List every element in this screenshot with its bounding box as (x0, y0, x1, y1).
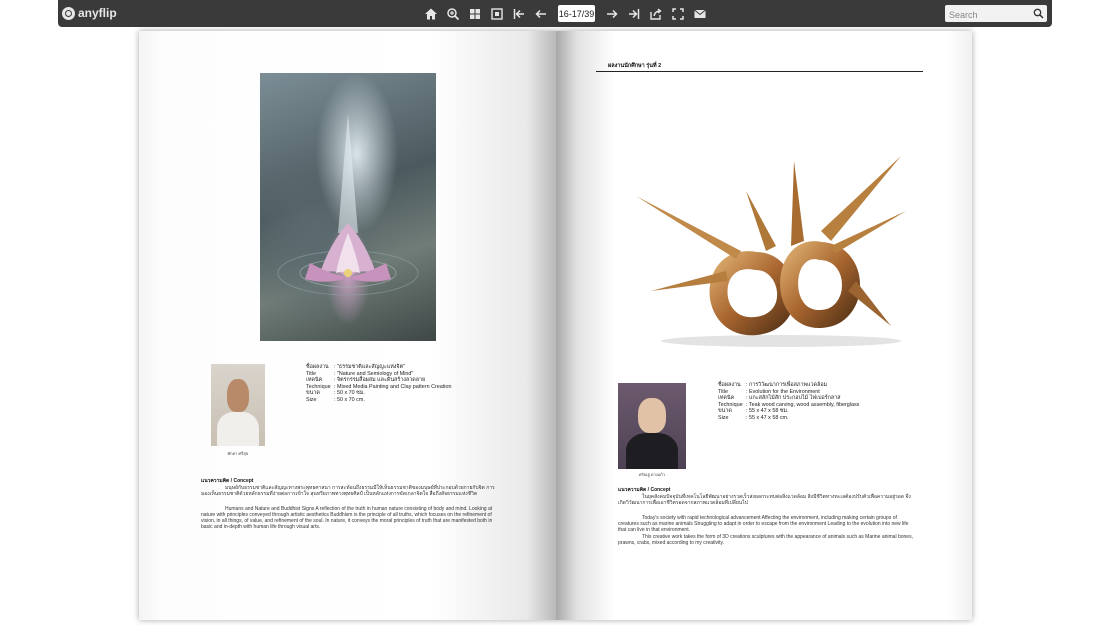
meta-key: ชื่อผลงาน (718, 382, 741, 388)
meta-key: ขนาด (306, 390, 320, 397)
fit-page-icon[interactable] (487, 4, 507, 24)
last-page-icon[interactable] (624, 4, 644, 24)
search-input[interactable] (945, 6, 1029, 24)
meta-key: เทคนิค (306, 377, 323, 384)
lotus-artwork-image (260, 73, 436, 341)
top-toolbar: anyflip 16-17/39 (58, 0, 1052, 27)
search-icon[interactable] (1033, 8, 1044, 19)
anyflip-logo[interactable]: anyflip (62, 6, 117, 20)
page-indicator[interactable]: 16-17/39 (558, 5, 595, 22)
concept-thai-text: ในยุคสังคมปัจจุบันที่เทคโนโลยีพัฒนาอย่าง… (618, 494, 911, 507)
meta-key: ขนาด (718, 408, 732, 415)
search-box (945, 5, 1047, 24)
logo-text: anyflip (78, 6, 117, 20)
right-page[interactable]: ผลงานนักศึกษา รุ่นที่ 2 ศรัณยู ดวงแก้ว ช… (556, 31, 972, 620)
meta-key: ชื่อผลงาน (306, 364, 329, 370)
concept-heading: แนวความคิด / Concept (618, 487, 671, 493)
meta-key: Size (306, 396, 317, 403)
artist-portrait-right (618, 383, 686, 469)
meta-value: : การวิวัฒนาการเพื่อสภาพแวดล้อม (746, 382, 828, 388)
meta-value: : จิตรกรรมสื่อผสม และดินสร้างลวดลาย (334, 377, 426, 384)
concept-right: แนวความคิด / Concept ในยุคสังคมปัจจุบันท… (618, 487, 914, 547)
artist-portrait-left (211, 364, 265, 446)
flipbook-spread[interactable]: ศักดา ศรีสุข ชื่อผลงาน : "ธรรมชาติและสัญญ… (139, 31, 972, 620)
meta-value: : แกะสลักไม้สัก ประกอบไม้ ไฟเบอร์กลาส (746, 395, 841, 402)
artwork-info-left: ชื่อผลงาน: "ธรรมชาติและสัญญะแห่งจิต" Tit… (306, 364, 451, 404)
header-divider (596, 71, 923, 72)
concept-heading: แนวความคิด / Concept (201, 478, 254, 484)
meta-key: Size (718, 414, 729, 421)
previous-page-icon[interactable] (531, 4, 551, 24)
sculpture-image (636, 156, 906, 347)
home-icon[interactable] (421, 4, 441, 24)
email-icon[interactable] (690, 4, 710, 24)
meta-key: Technique (718, 401, 743, 408)
concept-thai-text: มนุษย์กับธรรมชาติและสัญญะทางพระพุทธศาสนา… (201, 485, 495, 498)
thumbnails-icon[interactable] (465, 4, 485, 24)
meta-key: เทคนิค (718, 395, 735, 402)
meta-key: Technique (306, 383, 331, 390)
portrait-caption-left: ศักดา ศรีสุข (227, 451, 249, 456)
fullscreen-icon[interactable] (668, 4, 688, 24)
concept-english-text: Humans and Nature and Buddhist Signs A r… (201, 505, 493, 531)
zoom-in-icon[interactable] (443, 4, 463, 24)
meta-value: : 55 x 47 x 58 ซม. (746, 408, 789, 415)
logo-icon (62, 6, 75, 20)
first-page-icon[interactable] (509, 4, 529, 24)
meta-value: : 50 x 70 cm. (334, 396, 365, 403)
meta-value: : 50 x 70 ซม. (334, 390, 365, 397)
page-header: ผลงานนักศึกษา รุ่นที่ 2 (608, 63, 662, 69)
concept-english-text-2: This creative work takes the form of 3D … (618, 534, 913, 547)
meta-value: : "ธรรมชาติและสัญญะแห่งจิต" (334, 364, 406, 370)
left-page[interactable]: ศักดา ศรีสุข ชื่อผลงาน : "ธรรมชาติและสัญญ… (139, 31, 556, 620)
concept-left: แนวความคิด / Concept มนุษย์กับธรรมชาติแล… (201, 478, 497, 530)
meta-value: : 55 x 47 x 58 cm. (746, 414, 789, 421)
artwork-info-right: ชื่อผลงาน : การวิวัฒนาการเพื่อสภาพแวดล้อม… (718, 382, 859, 422)
concept-english-text: Today's society with rapid technological… (618, 514, 909, 534)
next-page-icon[interactable] (602, 4, 622, 24)
toolbar-controls: 16-17/39 (420, 0, 711, 27)
share-icon[interactable] (646, 4, 666, 24)
portrait-caption-right: ศรัณยู ดวงแก้ว (639, 472, 665, 477)
